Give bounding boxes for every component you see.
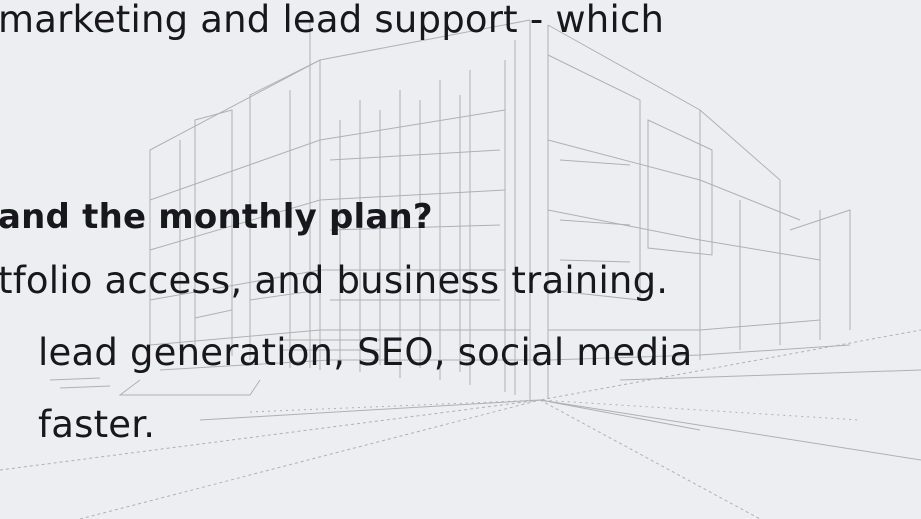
faq-answer-line-1: tfolio access, and business training. [0,259,669,302]
faq-answer-line-2: lead generation, SEO, social media [38,331,693,374]
faq-answer-line-3: faster. [38,403,156,446]
previous-answer-text: marketing and lead support - which [0,0,665,41]
faq-section: marketing and lead support - which and t… [0,0,921,519]
faq-question-heading[interactable]: and the monthly plan? [0,196,433,238]
